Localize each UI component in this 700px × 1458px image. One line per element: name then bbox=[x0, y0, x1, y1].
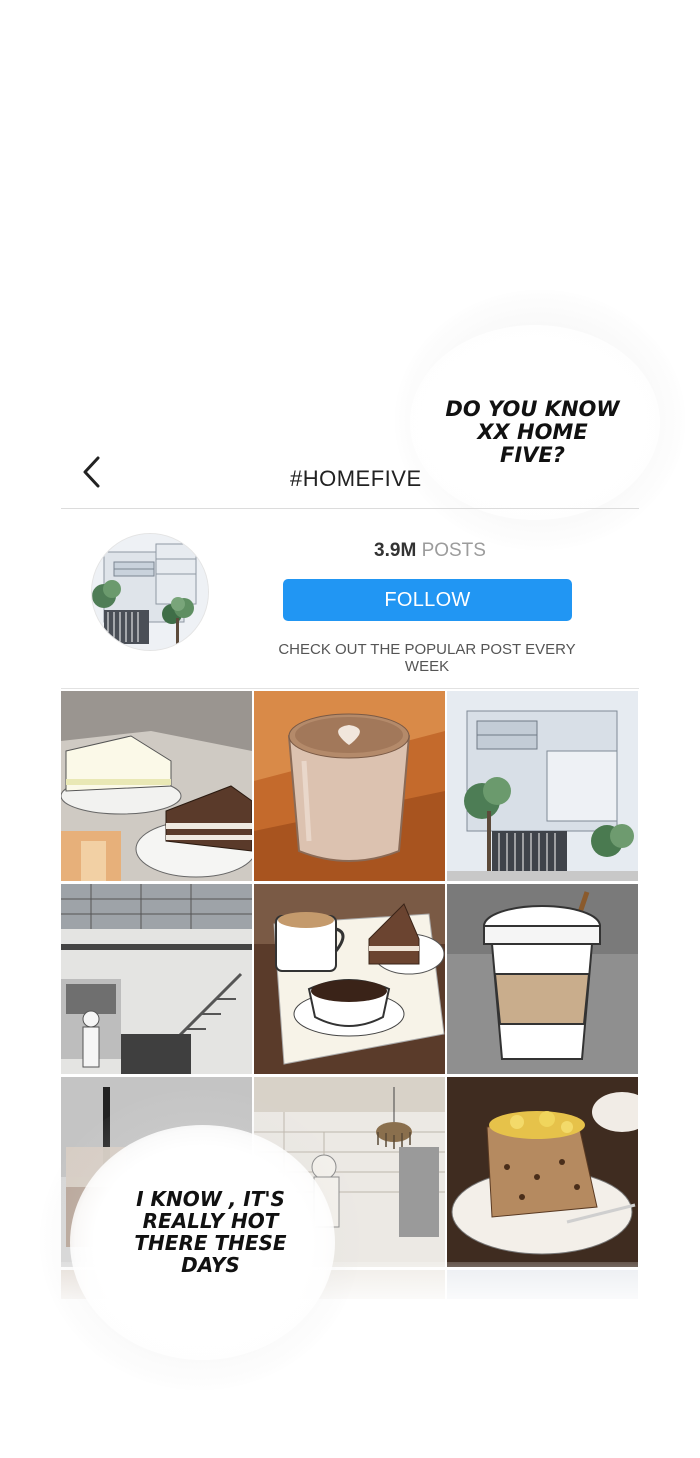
top-speech-text: DO YOU KNOW XX HOME FIVE? bbox=[445, 397, 620, 468]
grid-tile-latte[interactable] bbox=[254, 691, 445, 881]
back-button[interactable] bbox=[78, 452, 110, 492]
posts-number: 3.9M bbox=[374, 540, 417, 561]
grid-tile-building[interactable] bbox=[447, 691, 638, 881]
header-divider bbox=[61, 508, 639, 509]
building-image bbox=[447, 691, 638, 881]
latte-image bbox=[254, 691, 445, 881]
cafe-interior-image bbox=[61, 884, 252, 1074]
bottom-speech-text: I KNOW , IT'S REALLY HOT THERE THESE DAY… bbox=[134, 1187, 287, 1277]
grid-tile-cafe-interior[interactable] bbox=[61, 884, 252, 1074]
takeaway-cup-image bbox=[447, 884, 638, 1074]
page-title: #HOMEFIVE bbox=[290, 466, 422, 491]
grid-tile-coffee-and-cake[interactable] bbox=[254, 884, 445, 1074]
building-avatar-image bbox=[92, 534, 208, 650]
profile-bio: CHECK OUT THE POPULAR POST EVERY WEEK bbox=[278, 641, 576, 675]
posts-count: 3.9M POSTS bbox=[330, 540, 530, 562]
cake-plate-image bbox=[447, 1077, 638, 1267]
webtoon-panel: DO YOU KNOW XX HOME FIVE? #HOMEFIVE 3.9M… bbox=[0, 0, 700, 1458]
avatar[interactable] bbox=[92, 534, 208, 650]
follow-button[interactable]: FOLLOW bbox=[283, 579, 572, 621]
coffee-and-cake-image bbox=[254, 884, 445, 1074]
grid-divider bbox=[61, 688, 639, 689]
grid-tile-cakes[interactable] bbox=[61, 691, 252, 881]
posts-label: POSTS bbox=[421, 540, 486, 561]
grid-tile-takeaway-cup[interactable] bbox=[447, 884, 638, 1074]
grid-tile-cake-plate[interactable] bbox=[447, 1077, 638, 1267]
chevron-left-icon bbox=[83, 456, 100, 488]
cakes-image bbox=[61, 691, 252, 881]
